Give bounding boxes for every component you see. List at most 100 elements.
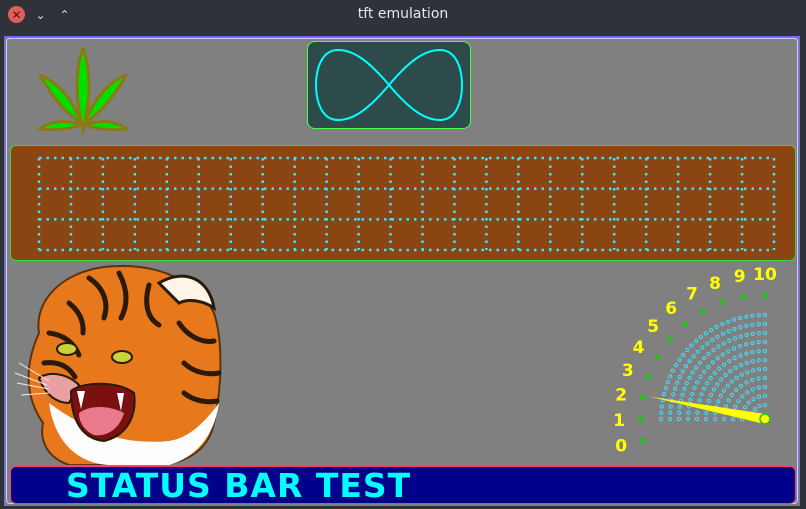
gauge-arc-dot — [658, 416, 664, 422]
gauge-arc-dot — [709, 327, 714, 333]
gauge-tick-marker — [700, 308, 706, 315]
gauge-arc-dot — [675, 380, 680, 385]
gauge-arc-dot — [697, 398, 702, 403]
gauge-arc-dot — [753, 407, 758, 412]
gauge-arc-dot — [745, 390, 750, 395]
gauge-arc-dot — [690, 370, 695, 375]
gauge-arc-dot — [681, 352, 686, 357]
gauge-arc-dot — [762, 312, 768, 318]
gauge-arc-dot — [691, 354, 696, 359]
gauge-arc-dot — [738, 315, 743, 321]
gauge-tick-label: 0 — [615, 436, 627, 456]
gauge-arc-dot — [702, 369, 707, 374]
infinity-panel — [307, 41, 471, 129]
gauge-arc-dot — [726, 319, 731, 324]
gauge-arc-dot — [750, 340, 755, 346]
gauge-arc-dot — [706, 398, 711, 403]
gauge-tick-label: 4 — [633, 338, 645, 358]
infinity-icon — [314, 48, 464, 122]
gauge-tick-marker — [640, 437, 646, 444]
gauge-arc-dot — [727, 338, 732, 343]
gauge-arc-dot — [744, 380, 749, 385]
gauge-arc-dot — [677, 404, 682, 409]
gauge-tick-marker — [719, 299, 726, 306]
gauge-arc-dot — [659, 404, 664, 409]
gauge-arc-dot — [667, 416, 673, 422]
gauge-arc-dot — [736, 399, 741, 404]
gauge-arc-dot — [762, 348, 768, 354]
gauge-arc-dot — [757, 403, 762, 409]
gauge-tick-marker — [682, 321, 689, 327]
gauge-arc-dot — [677, 357, 682, 363]
gauge-arc-dot — [700, 345, 705, 350]
gauge-arc-dot — [716, 344, 721, 349]
gauge-tick-marker — [740, 294, 747, 300]
gauge-arc-dot — [729, 392, 734, 398]
gauge-arc-dot — [756, 331, 761, 336]
gauge-arc-dot — [744, 314, 749, 319]
gauge-arc-dot — [671, 392, 676, 397]
gauge-arc-dot — [726, 329, 731, 334]
gauge-arc-dot — [684, 381, 689, 386]
gauge-arc-dot — [712, 371, 717, 376]
gauge-tick-label: 8 — [709, 274, 721, 294]
gauge-arc-dot — [695, 410, 700, 415]
gauge-tick-label: 9 — [734, 267, 746, 287]
gauge-arc-dot — [733, 387, 739, 393]
gauge-arc-dot — [734, 375, 739, 380]
gauge-hub — [759, 413, 771, 425]
gauge-arc-dot — [698, 374, 703, 379]
gauge-arc-dot — [711, 348, 716, 353]
gauge-arc-dot — [710, 360, 715, 365]
gauge-arc-dot — [762, 366, 768, 372]
status-bar: STATUS BAR TEST — [10, 466, 796, 504]
gauge-arc-dot — [750, 377, 755, 383]
gauge-tick-label: 10 — [753, 265, 777, 285]
gauge-arc-dot — [705, 341, 710, 346]
gauge-arc-dot — [703, 416, 709, 422]
gauge-tick-label: 3 — [622, 361, 634, 381]
gauge-arc-dot — [762, 384, 768, 390]
gauge-arc-dot — [702, 356, 707, 361]
gauge-tick-marker — [638, 416, 644, 422]
gauge-arc-dot — [715, 356, 720, 361]
gauge-arc-dot — [738, 383, 744, 388]
gauge-arc-dot — [706, 364, 711, 369]
gauge-arc-dot — [739, 372, 744, 377]
gauge-arc-dot — [714, 324, 719, 330]
gauge-arc-dot — [677, 374, 682, 380]
gauge-arc-dot — [698, 335, 703, 340]
gauge-arc-dot — [721, 341, 726, 346]
gauge-arc-dot — [762, 339, 768, 345]
gauge-tick-marker — [762, 292, 768, 298]
window-title: tft emulation — [357, 6, 449, 22]
gauge-arc-dot — [744, 351, 749, 356]
gauge-arc-dot — [680, 392, 685, 397]
gauge-arc-dot — [687, 359, 692, 364]
gauge-tick-label: 1 — [613, 411, 625, 431]
gauge-tick-marker — [640, 394, 646, 401]
title-bar: ✕ ⌄ ⌃ tft emulation — [0, 0, 806, 30]
gauge-arc-dot — [682, 386, 687, 392]
gauge-arc-dot — [744, 360, 749, 365]
gauge-arc-dot — [721, 362, 727, 367]
gauge-arc-dot — [702, 386, 707, 391]
gauge-arc-dot — [756, 340, 761, 345]
gauge-arc-dot — [762, 357, 768, 363]
gauge-arc-dot — [744, 323, 749, 328]
gauge-arc-dot — [756, 313, 761, 318]
gauge-arc-dot — [688, 397, 693, 403]
gauge-arc-dot — [683, 364, 689, 369]
gauge-arc-dot — [685, 416, 691, 422]
gauge-arc-dot — [720, 331, 726, 336]
gauge-arc-dot — [751, 396, 756, 402]
gauge-arc-dot — [744, 332, 749, 338]
gauge-arc-dot — [677, 410, 682, 415]
gauge-arc-dot — [685, 347, 690, 353]
gauge-arc-dot — [689, 343, 694, 348]
gauge-arc-dot — [705, 381, 710, 386]
gauge-arc-dot — [710, 337, 715, 343]
gauge-arc-dot — [715, 334, 720, 339]
gauge-arc-dot — [740, 394, 745, 399]
gauge-arc-dot — [693, 339, 699, 344]
